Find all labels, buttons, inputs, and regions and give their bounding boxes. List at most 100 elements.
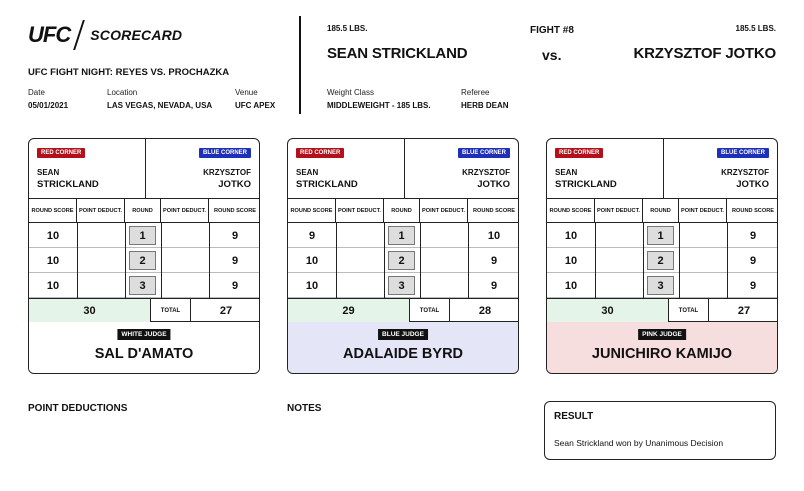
red-point-deduct xyxy=(77,223,125,248)
blue-corner-badge: BLUE CORNER xyxy=(716,148,769,158)
blue-fighter-name: KRZYSZTOF JOTKO xyxy=(633,45,776,62)
red-fighter-name: SEAN STRICKLAND xyxy=(327,45,468,62)
red-round-score-header: ROUND SCORE xyxy=(547,199,595,223)
blue-last-name: JOTKO xyxy=(218,179,251,190)
blue-corner-badge: BLUE CORNER xyxy=(457,148,510,158)
blue-total: 27 xyxy=(737,304,751,317)
logo-divider xyxy=(73,20,86,50)
red-round-score: 10 xyxy=(46,254,60,267)
red-round-score: 10 xyxy=(46,279,60,292)
column-separator xyxy=(595,223,596,298)
judge-box: PINK JUDGE JUNICHIRO KAMIJO xyxy=(547,322,777,373)
red-round-score: 10 xyxy=(46,229,60,242)
red-round-score: 10 xyxy=(305,254,319,267)
scorecard-blue-judge: RED CORNER SEAN STRICKLAND BLUE CORNER KRZYS… xyxy=(287,138,519,374)
blue-point-deduct xyxy=(161,223,209,248)
result-title: RESULT xyxy=(554,411,594,422)
logo-text: UFC xyxy=(28,22,71,47)
blue-round-score: 9 xyxy=(231,279,239,292)
blue-first-name: KRZYSZTOF xyxy=(462,168,510,177)
red-point-deduct-header: POINT DEDUCT. xyxy=(336,199,384,223)
event-name: UFC FIGHT NIGHT: REYES VS. PROCHAZKA xyxy=(28,67,230,78)
blue-round-score-header: ROUND SCORE xyxy=(732,207,774,214)
blue-point-deduct xyxy=(420,273,468,298)
blue-point-deduct-header: POINT DEDUCT. xyxy=(161,199,209,223)
blue-point-deduct xyxy=(420,248,468,273)
total-row: 29 TOTAL 28 xyxy=(288,298,518,322)
column-separator xyxy=(643,223,644,298)
red-point-deduct xyxy=(595,248,643,273)
round-number: 3 xyxy=(647,276,674,295)
result-text: Sean Strickland won by Unanimous Decisio… xyxy=(554,438,724,448)
round-number: 2 xyxy=(647,251,674,270)
round-number: 1 xyxy=(388,226,415,245)
total-label: TOTAL xyxy=(151,299,191,322)
red-round-score-header: ROUND SCORE xyxy=(29,199,77,223)
score-header-row: ROUND SCORE POINT DEDUCT. ROUND POINT DEDUC… xyxy=(288,199,518,223)
red-point-deduct xyxy=(595,273,643,298)
judge-tag: BLUE JUDGE xyxy=(378,329,428,340)
red-round-score: 10 xyxy=(564,254,578,267)
red-round-score-header: ROUND SCORE xyxy=(288,199,336,223)
blue-round-score-header: ROUND SCORE xyxy=(473,207,515,214)
notes-heading: NOTES xyxy=(287,403,322,414)
blue-first-name: KRZYSZTOF xyxy=(203,168,251,177)
vs-label: vs. xyxy=(542,47,562,63)
red-corner-fighter: SEAN STRICKLAND xyxy=(555,167,617,191)
score-header-row: ROUND SCORE POINT DEDUCT. ROUND POINT DEDUC… xyxy=(547,199,777,223)
corner-divider xyxy=(145,139,146,199)
point-deductions-heading: POINT DEDUCTIONS xyxy=(28,403,128,414)
red-corner-fighter: SEAN STRICKLAND xyxy=(296,167,358,191)
red-point-deduct xyxy=(336,223,384,248)
red-point-deduct xyxy=(77,248,125,273)
blue-point-deduct xyxy=(161,248,209,273)
round-header: ROUND xyxy=(643,199,679,223)
red-last-name: STRICKLAND xyxy=(296,179,358,190)
column-separator xyxy=(679,223,680,298)
red-total: 30 xyxy=(29,299,151,322)
red-last-name: STRICKLAND xyxy=(37,179,99,190)
blue-round-score-header: ROUND SCORE xyxy=(214,207,256,214)
round-row: 10 1 9 xyxy=(547,223,777,248)
weight-class-value: MIDDLEWEIGHT - 185 LBS. xyxy=(327,101,431,110)
column-separator xyxy=(384,223,385,298)
scorecard-white-judge: RED CORNER SEAN STRICKLAND BLUE CORNER KRZYS… xyxy=(28,138,260,374)
blue-round-score: 10 xyxy=(487,229,501,242)
red-point-deduct-header: POINT DEDUCT. xyxy=(595,199,643,223)
column-separator xyxy=(336,223,337,298)
red-corner-badge: RED CORNER xyxy=(296,148,345,158)
red-point-deduct xyxy=(77,273,125,298)
column-separator xyxy=(209,223,210,298)
blue-last-name: JOTKO xyxy=(477,179,510,190)
red-point-deduct-header: POINT DEDUCT. xyxy=(77,199,125,223)
red-round-score: 10 xyxy=(564,279,578,292)
red-first-name: SEAN xyxy=(555,168,578,177)
column-separator xyxy=(161,223,162,298)
judge-name: ADALAIDE BYRD xyxy=(342,346,464,362)
total-label: TOTAL xyxy=(410,299,450,322)
scorecard-pink-judge: RED CORNER SEAN STRICKLAND BLUE CORNER KRZYS… xyxy=(546,138,778,374)
blue-weight: 185.5 LBS. xyxy=(735,24,776,33)
total-label: TOTAL xyxy=(669,299,709,322)
score-header-row: ROUND SCORE POINT DEDUCT. ROUND POINT DEDUC… xyxy=(29,199,259,223)
round-number: 2 xyxy=(129,251,156,270)
corner-header: RED CORNER SEAN STRICKLAND BLUE CORNER KRZYS… xyxy=(288,139,518,199)
weight-class-label: Weight Class xyxy=(327,88,374,97)
date-value: 05/01/2021 xyxy=(28,101,69,110)
round-row: 10 3 9 xyxy=(547,273,777,298)
blue-round-score: 9 xyxy=(749,254,757,267)
round-number: 3 xyxy=(388,276,415,295)
round-row: 9 1 10 xyxy=(288,223,518,248)
blue-point-deduct xyxy=(420,223,468,248)
red-point-deduct xyxy=(336,248,384,273)
red-round-score: 9 xyxy=(308,229,316,242)
blue-point-deduct xyxy=(161,273,209,298)
column-separator xyxy=(468,223,469,298)
venue-value: UFC APEX xyxy=(235,101,276,110)
red-weight: 185.5 LBS. xyxy=(327,24,368,33)
blue-round-score: 9 xyxy=(749,279,757,292)
blue-total: 28 xyxy=(478,304,492,317)
corner-header: RED CORNER SEAN STRICKLAND BLUE CORNER KRZYS… xyxy=(547,139,777,199)
location-label: Location xyxy=(107,88,138,97)
blue-total: 27 xyxy=(219,304,233,317)
